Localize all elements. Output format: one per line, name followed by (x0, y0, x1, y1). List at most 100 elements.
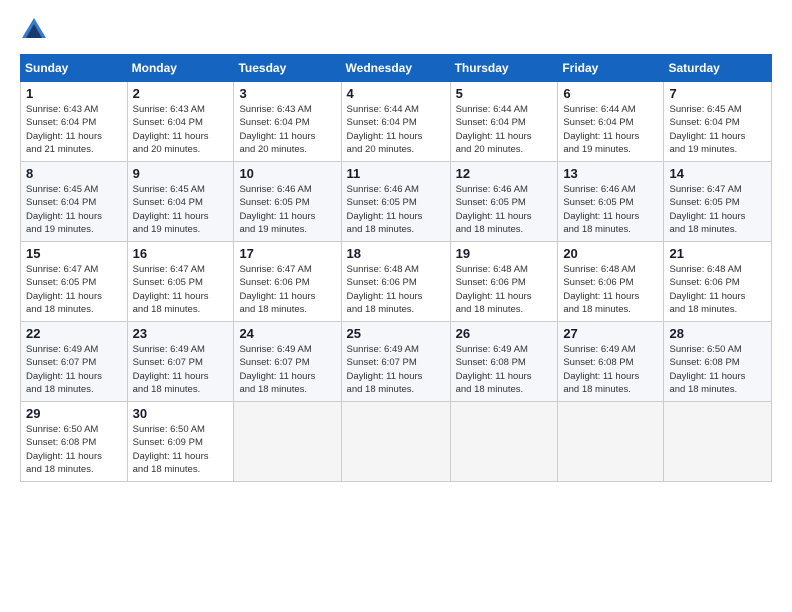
day-detail: Sunrise: 6:45 AM Sunset: 6:04 PM Dayligh… (133, 183, 229, 236)
calendar-cell: 12 Sunrise: 6:46 AM Sunset: 6:05 PM Dayli… (450, 162, 558, 242)
calendar-cell: 9 Sunrise: 6:45 AM Sunset: 6:04 PM Daylig… (127, 162, 234, 242)
calendar-cell: 28 Sunrise: 6:50 AM Sunset: 6:08 PM Dayli… (664, 322, 772, 402)
day-detail: Sunrise: 6:47 AM Sunset: 6:05 PM Dayligh… (669, 183, 766, 236)
calendar-cell: 1 Sunrise: 6:43 AM Sunset: 6:04 PM Daylig… (21, 82, 128, 162)
day-header-sunday: Sunday (21, 55, 128, 82)
day-detail: Sunrise: 6:48 AM Sunset: 6:06 PM Dayligh… (347, 263, 445, 316)
calendar-cell: 10 Sunrise: 6:46 AM Sunset: 6:05 PM Dayli… (234, 162, 341, 242)
day-number: 22 (26, 326, 122, 341)
calendar-cell: 23Sunrise: 6:49 AM Sunset: 6:07 PM Dayli… (127, 322, 234, 402)
calendar-cell: 26 Sunrise: 6:49 AM Sunset: 6:08 PM Dayli… (450, 322, 558, 402)
day-number: 2 (133, 86, 229, 101)
calendar-cell (450, 402, 558, 482)
day-header-thursday: Thursday (450, 55, 558, 82)
day-number: 11 (347, 166, 445, 181)
calendar-week-4: 29 Sunrise: 6:50 AM Sunset: 6:08 PM Dayli… (21, 402, 772, 482)
calendar-cell: 7 Sunrise: 6:45 AM Sunset: 6:04 PM Daylig… (664, 82, 772, 162)
calendar-cell: 16 Sunrise: 6:47 AM Sunset: 6:05 PM Dayli… (127, 242, 234, 322)
day-detail: Sunrise: 6:50 AM Sunset: 6:09 PM Dayligh… (133, 423, 229, 476)
calendar-week-2: 15 Sunrise: 6:47 AM Sunset: 6:05 PM Dayli… (21, 242, 772, 322)
day-number: 30 (133, 406, 229, 421)
day-detail: Sunrise: 6:43 AM Sunset: 6:04 PM Dayligh… (239, 103, 335, 156)
logo (20, 16, 52, 44)
day-number: 15 (26, 246, 122, 261)
calendar-cell: 3Sunrise: 6:43 AM Sunset: 6:04 PM Daylig… (234, 82, 341, 162)
day-detail: Sunrise: 6:45 AM Sunset: 6:04 PM Dayligh… (26, 183, 122, 236)
day-number: 27 (563, 326, 658, 341)
day-number: 12 (456, 166, 553, 181)
day-number: 19 (456, 246, 553, 261)
day-detail: Sunrise: 6:45 AM Sunset: 6:04 PM Dayligh… (669, 103, 766, 156)
calendar-week-0: 1 Sunrise: 6:43 AM Sunset: 6:04 PM Daylig… (21, 82, 772, 162)
day-number: 20 (563, 246, 658, 261)
day-number: 23 (133, 326, 229, 341)
day-detail: Sunrise: 6:49 AM Sunset: 6:08 PM Dayligh… (563, 343, 658, 396)
calendar-cell: 21Sunrise: 6:48 AM Sunset: 6:06 PM Dayli… (664, 242, 772, 322)
day-number: 13 (563, 166, 658, 181)
day-header-tuesday: Tuesday (234, 55, 341, 82)
calendar-cell: 5Sunrise: 6:44 AM Sunset: 6:04 PM Daylig… (450, 82, 558, 162)
day-detail: Sunrise: 6:46 AM Sunset: 6:05 PM Dayligh… (456, 183, 553, 236)
calendar-cell (341, 402, 450, 482)
calendar-cell: 17 Sunrise: 6:47 AM Sunset: 6:06 PM Dayli… (234, 242, 341, 322)
day-number: 4 (347, 86, 445, 101)
calendar-week-1: 8Sunrise: 6:45 AM Sunset: 6:04 PM Daylig… (21, 162, 772, 242)
day-detail: Sunrise: 6:46 AM Sunset: 6:05 PM Dayligh… (563, 183, 658, 236)
day-number: 17 (239, 246, 335, 261)
logo-icon (20, 16, 48, 44)
calendar-cell: 25 Sunrise: 6:49 AM Sunset: 6:07 PM Dayli… (341, 322, 450, 402)
day-number: 18 (347, 246, 445, 261)
day-number: 10 (239, 166, 335, 181)
day-number: 28 (669, 326, 766, 341)
day-detail: Sunrise: 6:47 AM Sunset: 6:05 PM Dayligh… (133, 263, 229, 316)
day-detail: Sunrise: 6:43 AM Sunset: 6:04 PM Dayligh… (133, 103, 229, 156)
day-header-friday: Friday (558, 55, 664, 82)
day-detail: Sunrise: 6:47 AM Sunset: 6:06 PM Dayligh… (239, 263, 335, 316)
day-detail: Sunrise: 6:47 AM Sunset: 6:05 PM Dayligh… (26, 263, 122, 316)
calendar-cell: 13 Sunrise: 6:46 AM Sunset: 6:05 PM Dayli… (558, 162, 664, 242)
day-detail: Sunrise: 6:48 AM Sunset: 6:06 PM Dayligh… (563, 263, 658, 316)
day-number: 7 (669, 86, 766, 101)
page: SundayMondayTuesdayWednesdayThursdayFrid… (0, 0, 792, 612)
calendar-cell: 6Sunrise: 6:44 AM Sunset: 6:04 PM Daylig… (558, 82, 664, 162)
day-detail: Sunrise: 6:46 AM Sunset: 6:05 PM Dayligh… (239, 183, 335, 236)
day-detail: Sunrise: 6:49 AM Sunset: 6:08 PM Dayligh… (456, 343, 553, 396)
calendar-body: 1 Sunrise: 6:43 AM Sunset: 6:04 PM Daylig… (21, 82, 772, 482)
calendar-cell: 4Sunrise: 6:44 AM Sunset: 6:04 PM Daylig… (341, 82, 450, 162)
day-number: 9 (133, 166, 229, 181)
day-number: 14 (669, 166, 766, 181)
calendar-cell: 8Sunrise: 6:45 AM Sunset: 6:04 PM Daylig… (21, 162, 128, 242)
day-detail: Sunrise: 6:46 AM Sunset: 6:05 PM Dayligh… (347, 183, 445, 236)
calendar-cell: 30 Sunrise: 6:50 AM Sunset: 6:09 PM Dayli… (127, 402, 234, 482)
calendar-cell: 24 Sunrise: 6:49 AM Sunset: 6:07 PM Dayli… (234, 322, 341, 402)
day-detail: Sunrise: 6:50 AM Sunset: 6:08 PM Dayligh… (26, 423, 122, 476)
day-header-wednesday: Wednesday (341, 55, 450, 82)
day-number: 1 (26, 86, 122, 101)
day-number: 24 (239, 326, 335, 341)
calendar-cell: 19Sunrise: 6:48 AM Sunset: 6:06 PM Dayli… (450, 242, 558, 322)
calendar-cell (234, 402, 341, 482)
day-number: 6 (563, 86, 658, 101)
header (20, 16, 772, 44)
calendar-cell: 2 Sunrise: 6:43 AM Sunset: 6:04 PM Daylig… (127, 82, 234, 162)
calendar-cell: 15 Sunrise: 6:47 AM Sunset: 6:05 PM Dayli… (21, 242, 128, 322)
day-number: 5 (456, 86, 553, 101)
calendar-header-row: SundayMondayTuesdayWednesdayThursdayFrid… (21, 55, 772, 82)
day-number: 29 (26, 406, 122, 421)
day-detail: Sunrise: 6:43 AM Sunset: 6:04 PM Dayligh… (26, 103, 122, 156)
day-detail: Sunrise: 6:50 AM Sunset: 6:08 PM Dayligh… (669, 343, 766, 396)
day-number: 16 (133, 246, 229, 261)
day-detail: Sunrise: 6:49 AM Sunset: 6:07 PM Dayligh… (239, 343, 335, 396)
calendar-cell: 29 Sunrise: 6:50 AM Sunset: 6:08 PM Dayli… (21, 402, 128, 482)
calendar-cell (664, 402, 772, 482)
day-detail: Sunrise: 6:49 AM Sunset: 6:07 PM Dayligh… (26, 343, 122, 396)
day-number: 26 (456, 326, 553, 341)
day-number: 25 (347, 326, 445, 341)
calendar-cell: 22 Sunrise: 6:49 AM Sunset: 6:07 PM Dayli… (21, 322, 128, 402)
day-detail: Sunrise: 6:48 AM Sunset: 6:06 PM Dayligh… (669, 263, 766, 316)
day-header-saturday: Saturday (664, 55, 772, 82)
calendar-cell: 27 Sunrise: 6:49 AM Sunset: 6:08 PM Dayli… (558, 322, 664, 402)
day-detail: Sunrise: 6:49 AM Sunset: 6:07 PM Dayligh… (347, 343, 445, 396)
calendar-week-3: 22 Sunrise: 6:49 AM Sunset: 6:07 PM Dayli… (21, 322, 772, 402)
day-header-monday: Monday (127, 55, 234, 82)
